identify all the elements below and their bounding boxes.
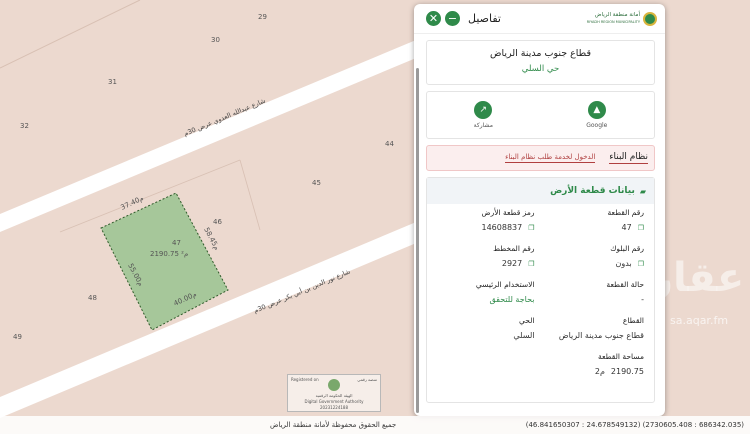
field-parcel-no: رقم القطعة ❐ 47	[545, 208, 644, 242]
map-number: 49	[13, 333, 22, 341]
field-label: الاستخدام الرئيسي	[475, 280, 535, 289]
field-value: 2927	[501, 259, 523, 268]
map-icon: ▰	[639, 186, 646, 196]
coordinates-readout: (46.841650307 : 24.678549132) (2730605.4…	[525, 421, 744, 429]
field-status: حالة القطعة -	[545, 280, 644, 314]
field-value: بحاجة للتحقق	[489, 295, 535, 304]
panel-header: أمانة منطقة الرياض RIYADH REGION MUNICIP…	[414, 4, 665, 34]
municipality-logo: أمانة منطقة الرياض RIYADH REGION MUNICIP…	[586, 11, 657, 26]
dga-name-en: Digital Government Authority	[304, 399, 364, 404]
field-label: حالة القطعة	[606, 280, 644, 289]
land-data-header: ▰ بيانات قطعة الأرض	[427, 178, 654, 204]
map-number: 46	[213, 218, 222, 226]
dga-badge[interactable]: Registered on منصة رقمي الهيئة الحكومة ا…	[287, 374, 381, 412]
map-number: 45	[312, 179, 321, 187]
footer-bar: جميع الحقوق محفوظة لأمانة منطقة الرياض (…	[0, 416, 750, 434]
building-system-card: نظام البناء الدخول لخدمة طلب نظام البناء	[426, 145, 655, 171]
map-number: 32	[20, 122, 29, 130]
field-parcel-code: رمز قطعة الأرض ❐ 14608837	[435, 208, 535, 242]
field-value: 47	[621, 223, 632, 232]
building-system-link[interactable]: الدخول لخدمة طلب نظام البناء	[505, 153, 596, 163]
field-label: رمز قطعة الأرض	[481, 208, 535, 217]
land-data-card: ▰ بيانات قطعة الأرض رقم القطعة ❐ 47 رمز ق…	[426, 177, 655, 403]
field-value: قطاع جنوب مدينة الرياض	[558, 331, 644, 340]
panel-scrollbar[interactable]	[416, 68, 419, 413]
field-value: 14608837	[481, 223, 523, 232]
field-label: الحي	[519, 316, 535, 325]
panel-body[interactable]: قطاع جنوب مدينة الرياض حي السلي ▲ Google…	[414, 34, 665, 416]
field-value: السلي	[513, 331, 535, 340]
field-label: مساحة القطعة	[598, 352, 644, 361]
field-area: مساحة القطعة 2190.75 م2	[435, 352, 644, 386]
logo-text-en: RIYADH REGION MUNICIPALITY	[586, 19, 640, 24]
share-icon: ↗	[474, 101, 493, 119]
close-button[interactable]: ✕	[426, 11, 441, 26]
copy-icon[interactable]: ❐	[638, 224, 644, 232]
field-plan: رقم المخطط ❐ 2927	[435, 244, 535, 278]
land-data-title: بيانات قطعة الأرض	[550, 186, 635, 196]
copy-icon[interactable]: ❐	[528, 260, 534, 268]
place-card: قطاع جنوب مدينة الرياض حي السلي	[426, 40, 655, 85]
google-label: Google	[586, 122, 608, 129]
field-district: الحي السلي	[435, 316, 535, 350]
area-unit: م2	[594, 367, 605, 376]
dga-name-ar: الهيئة الحكومة الرقمية	[315, 393, 353, 398]
map-number: 48	[88, 294, 97, 302]
building-system-title: نظام البناء	[609, 152, 648, 164]
actions-card: ▲ Google ↗ مشاركة	[426, 91, 655, 139]
google-map-icon: ▲	[587, 101, 606, 119]
parcel-number: 47	[172, 239, 181, 247]
place-subtitle: حي السلي	[521, 64, 560, 74]
map-number: 44	[385, 140, 394, 148]
field-usage: الاستخدام الرئيسي بحاجة للتحقق	[435, 280, 535, 314]
share-button[interactable]: ↗ مشاركة	[474, 101, 493, 129]
logo-text-ar: أمانة منطقة الرياض	[594, 11, 640, 18]
map-number: 31	[108, 78, 117, 86]
place-title: قطاع جنوب مدينة الرياض	[489, 48, 592, 59]
municipality-emblem-icon	[643, 11, 657, 26]
watermark-url: sa.aqar.fm	[670, 314, 729, 327]
field-value: -	[641, 295, 644, 304]
details-panel: أمانة منطقة الرياض RIYADH REGION MUNICIP…	[414, 4, 665, 416]
dga-code: 20231224188	[320, 405, 348, 410]
field-label: رقم القطعة	[607, 208, 644, 217]
copyright-text: جميع الحقوق محفوظة لأمانة منطقة الرياض	[270, 421, 397, 429]
copy-icon[interactable]: ❐	[638, 260, 644, 268]
map-number: 29	[258, 13, 267, 21]
panel-title: تفاصيل	[468, 12, 501, 25]
map-number: 30	[211, 36, 220, 44]
dga-emblem-icon	[328, 379, 340, 391]
google-maps-button[interactable]: ▲ Google	[586, 101, 607, 129]
share-label: مشاركة	[473, 122, 493, 129]
field-label: القطاع	[622, 316, 644, 325]
copy-icon[interactable]: ❐	[528, 224, 534, 232]
field-value: 2190.75	[610, 367, 644, 376]
parcel-area: 2190.75 م²	[150, 250, 188, 258]
minimize-button[interactable]: −	[445, 11, 460, 26]
field-value: بدون	[615, 259, 632, 268]
field-label: رقم البلوك	[610, 244, 644, 253]
field-label: رقم المخطط	[493, 244, 535, 253]
field-sector: القطاع قطاع جنوب مدينة الرياض	[545, 316, 644, 350]
field-block: رقم البلوك ❐ بدون	[545, 244, 644, 278]
